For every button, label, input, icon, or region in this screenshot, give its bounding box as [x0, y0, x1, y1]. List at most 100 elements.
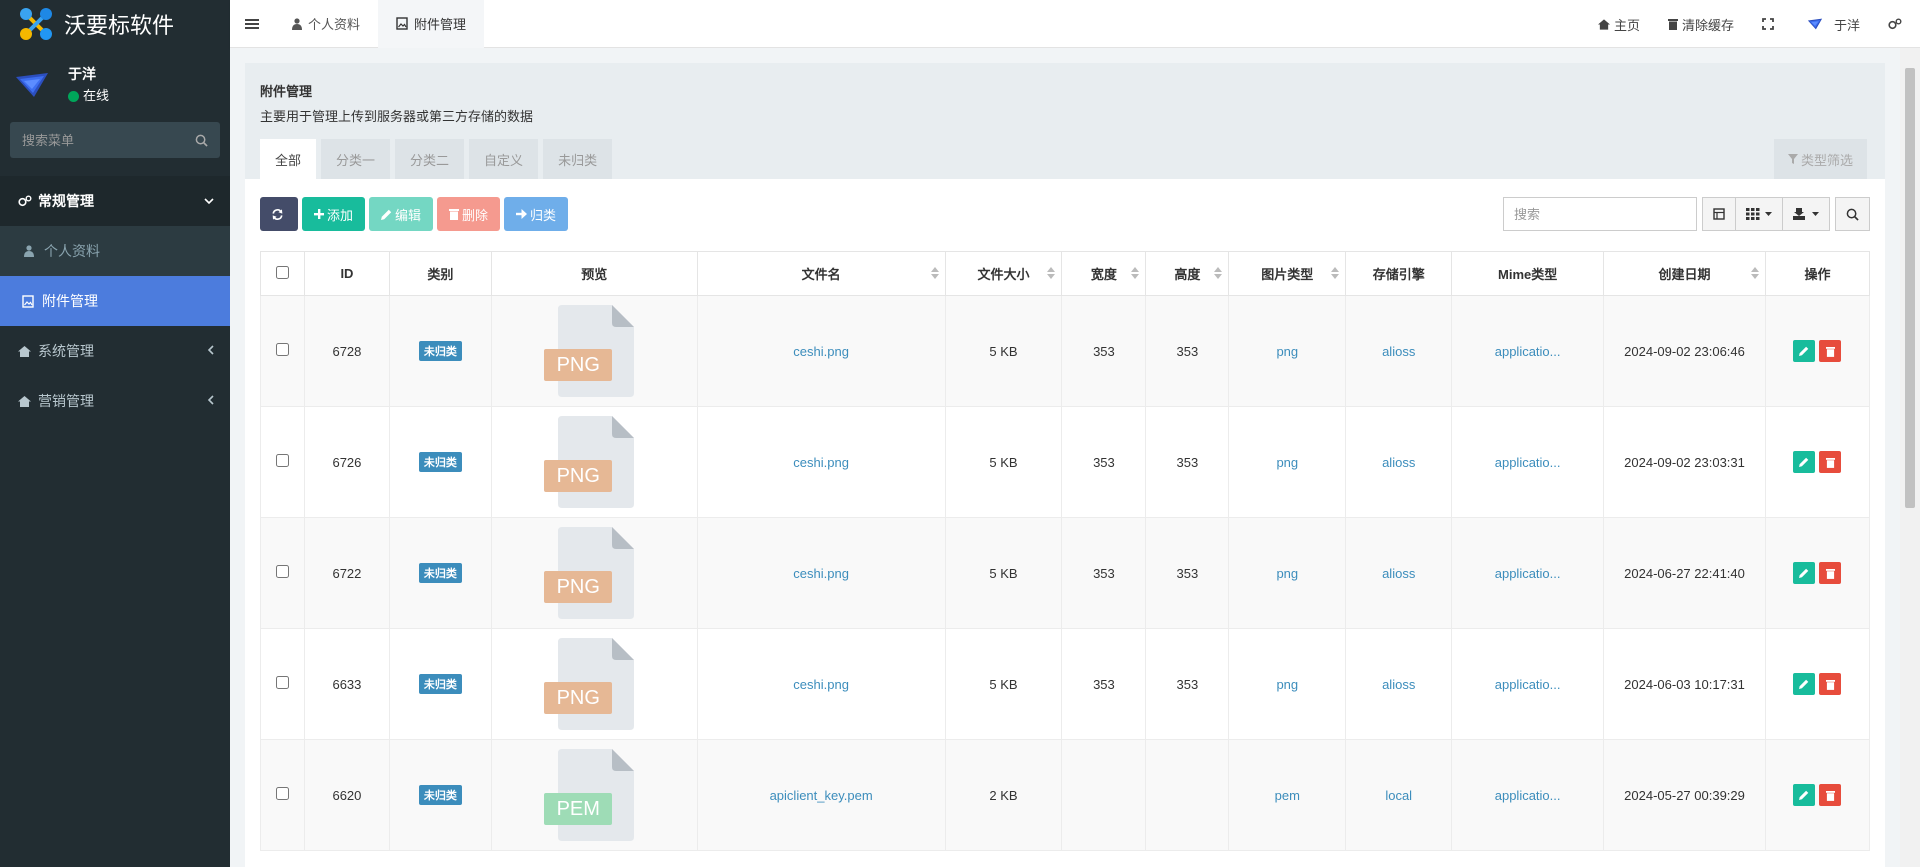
clear-cache-button[interactable]: 清除缓存 — [1654, 15, 1748, 34]
col-header-imagetype[interactable]: 图片类型 — [1228, 251, 1347, 296]
mime-link[interactable]: applicatio... — [1495, 344, 1561, 359]
advanced-search-button[interactable] — [1835, 197, 1870, 231]
row-delete-button[interactable] — [1819, 562, 1842, 584]
row-delete-button[interactable] — [1819, 340, 1842, 362]
col-header-filename[interactable]: 文件名 — [696, 251, 946, 296]
add-button[interactable]: 添加 — [302, 197, 366, 231]
export-dropdown[interactable] — [1783, 197, 1830, 231]
user-menu[interactable]: 于洋 — [1792, 15, 1874, 34]
storage-link[interactable]: alioss — [1382, 566, 1415, 581]
filename-link[interactable]: ceshi.png — [793, 455, 849, 470]
sidebar-item-profile[interactable]: 个人资料 — [0, 226, 230, 276]
filter-tab-custom[interactable]: 自定义 — [469, 139, 539, 179]
table-row[interactable]: 6633 未归类 PNG ceshi.png 5 KB 353 353 png alioss ap… — [260, 628, 1871, 740]
category-badge[interactable]: 未归类 — [418, 785, 462, 805]
row-checkbox[interactable] — [275, 454, 289, 467]
columns-dropdown[interactable] — [1736, 197, 1783, 231]
type-filter-button[interactable]: 类型筛选 — [1773, 139, 1867, 179]
row-delete-button[interactable] — [1819, 784, 1842, 806]
mime-link[interactable]: applicatio... — [1495, 566, 1561, 581]
edit-button[interactable]: 编辑 — [369, 197, 434, 231]
home-link[interactable]: 主页 — [1584, 15, 1654, 34]
imagetype-link[interactable]: pem — [1275, 788, 1300, 803]
col-header-size[interactable]: 文件大小 — [944, 251, 1063, 296]
filename-link[interactable]: ceshi.png — [793, 566, 849, 581]
filename-link[interactable]: apiclient_key.pem — [770, 788, 873, 803]
menu-group-system[interactable]: 系统管理 — [0, 326, 230, 376]
sidebar-search-input[interactable] — [22, 132, 182, 148]
mime-link[interactable]: applicatio... — [1495, 455, 1561, 470]
row-checkbox[interactable] — [275, 787, 289, 800]
imagetype-link[interactable]: png — [1276, 344, 1298, 359]
cell-actions — [1764, 628, 1871, 740]
filter-tab-all[interactable]: 全部 — [260, 139, 317, 179]
col-header-width[interactable]: 宽度 — [1061, 251, 1147, 296]
category-badge[interactable]: 未归类 — [418, 341, 462, 361]
file-thumbnail[interactable]: PNG — [544, 527, 635, 619]
imagetype-link[interactable]: png — [1276, 566, 1298, 581]
file-thumbnail[interactable]: PNG — [544, 416, 635, 508]
table-row[interactable]: 6728 未归类 PNG ceshi.png 5 KB 353 353 png alioss ap… — [260, 295, 1871, 407]
storage-link[interactable]: alioss — [1382, 344, 1415, 359]
sidebar-item-attachments[interactable]: 附件管理 — [0, 276, 230, 326]
toggle-view-button[interactable] — [1702, 197, 1736, 231]
row-checkbox[interactable] — [275, 676, 289, 689]
file-thumbnail[interactable]: PNG — [544, 638, 635, 730]
cell-width — [1061, 739, 1147, 851]
row-edit-button[interactable] — [1793, 673, 1816, 695]
refresh-button[interactable] — [260, 197, 298, 231]
row-checkbox[interactable] — [275, 343, 289, 356]
cell-height — [1145, 739, 1230, 851]
col-header-created[interactable]: 创建日期 — [1603, 251, 1766, 296]
cell-preview: PNG — [490, 406, 698, 518]
tab-attachments[interactable]: 附件管理 — [378, 0, 485, 48]
col-header-height[interactable]: 高度 — [1145, 251, 1230, 296]
storage-link[interactable]: local — [1385, 788, 1412, 803]
cell-category: 未归类 — [388, 295, 492, 407]
file-thumbnail[interactable]: PNG — [544, 305, 635, 397]
imagetype-link[interactable]: png — [1276, 455, 1298, 470]
trash-icon — [1667, 19, 1678, 30]
scrollbar-thumb[interactable] — [1905, 68, 1915, 508]
filename-link[interactable]: ceshi.png — [793, 677, 849, 692]
page-scrollbar[interactable] — [1900, 48, 1920, 867]
filter-tab-cat2[interactable]: 分类二 — [395, 139, 465, 179]
filename-link[interactable]: ceshi.png — [793, 344, 849, 359]
mime-link[interactable]: applicatio... — [1495, 788, 1561, 803]
settings-cogs-icon[interactable] — [1874, 18, 1920, 30]
menu-group-general[interactable]: 常规管理 — [0, 176, 230, 226]
brand-logo[interactable]: 沃要标软件 — [0, 0, 230, 48]
row-delete-button[interactable] — [1819, 451, 1842, 473]
row-edit-button[interactable] — [1793, 340, 1816, 362]
storage-link[interactable]: alioss — [1382, 677, 1415, 692]
row-checkbox[interactable] — [275, 565, 289, 578]
arrow-right-icon — [516, 209, 528, 219]
filter-tab-cat1[interactable]: 分类一 — [321, 139, 391, 179]
delete-button[interactable]: 删除 — [437, 197, 501, 231]
search-icon[interactable] — [195, 134, 208, 147]
fullscreen-icon[interactable] — [1748, 18, 1792, 30]
table-row[interactable]: 6726 未归类 PNG ceshi.png 5 KB 353 353 png alioss ap… — [260, 406, 1871, 518]
storage-link[interactable]: alioss — [1382, 455, 1415, 470]
category-badge[interactable]: 未归类 — [418, 674, 462, 694]
category-badge[interactable]: 未归类 — [418, 452, 462, 472]
menu-toggle-icon[interactable] — [230, 18, 274, 30]
row-edit-button[interactable] — [1793, 451, 1816, 473]
tab-profile[interactable]: 个人资料 — [274, 0, 378, 48]
cell-actions — [1764, 295, 1871, 407]
file-thumbnail[interactable]: PEM — [544, 749, 635, 841]
row-edit-button[interactable] — [1793, 784, 1816, 806]
row-edit-button[interactable] — [1793, 562, 1816, 584]
classify-button[interactable]: 归类 — [504, 197, 569, 231]
row-delete-button[interactable] — [1819, 673, 1842, 695]
table-row[interactable]: 6722 未归类 PNG ceshi.png 5 KB 353 353 png alioss ap… — [260, 517, 1871, 629]
table-search-input[interactable] — [1503, 197, 1697, 231]
table-row[interactable]: 6620 未归类 PEM apiclient_key.pem 2 KB pem local a… — [260, 739, 1871, 851]
col-header-id[interactable]: ID — [303, 251, 390, 296]
menu-group-marketing[interactable]: 营销管理 — [0, 376, 230, 426]
mime-link[interactable]: applicatio... — [1495, 677, 1561, 692]
imagetype-link[interactable]: png — [1276, 677, 1298, 692]
category-badge[interactable]: 未归类 — [418, 563, 462, 583]
select-all-checkbox[interactable] — [275, 265, 289, 279]
filter-tab-unclassified[interactable]: 未归类 — [543, 139, 613, 179]
